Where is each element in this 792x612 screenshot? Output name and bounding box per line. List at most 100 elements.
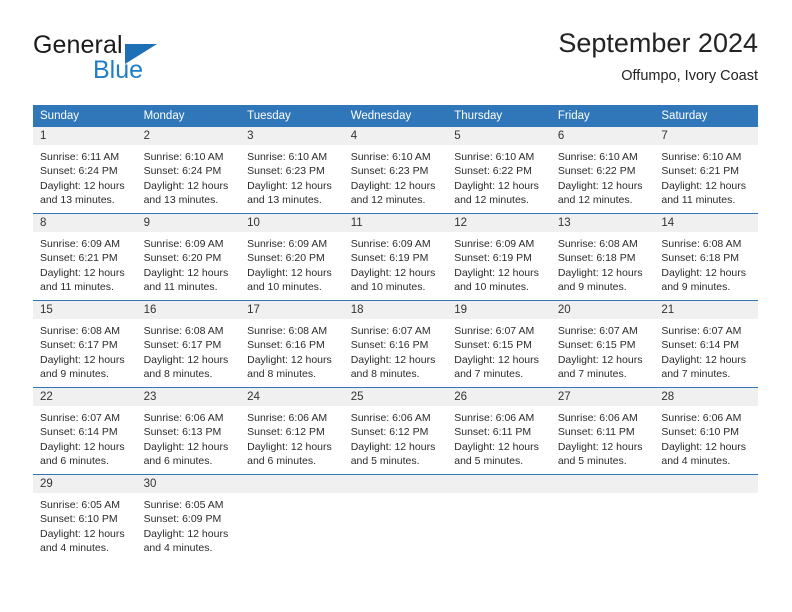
daylight-duration-line2: and 9 minutes. bbox=[557, 280, 627, 293]
page-subtitle: Offumpo, Ivory Coast bbox=[621, 68, 758, 85]
calendar-day-cell[interactable] bbox=[550, 474, 655, 555]
calendar-day-cell[interactable]: 16 Sunrise: 6:08 AM Sunset: 6:17 PM Dayligh… bbox=[136, 300, 241, 381]
daylight-duration-line1: Daylight: 12 hours bbox=[454, 440, 539, 453]
daylight-duration-line2: and 13 minutes. bbox=[247, 193, 322, 206]
title-block: September 2024 Offumpo, Ivory Coast bbox=[558, 28, 758, 84]
calendar-day-cell[interactable] bbox=[447, 474, 551, 555]
calendar-day-cell[interactable]: 30 Sunrise: 6:05 AM Sunset: 6:09 PM Dayligh… bbox=[136, 474, 241, 555]
day-number: 14 bbox=[654, 214, 758, 232]
sunset-time: Sunset: 6:23 PM bbox=[350, 165, 429, 178]
calendar-day-cell[interactable]: 26 Sunrise: 6:06 AM Sunset: 6:11 PM Dayligh… bbox=[447, 387, 551, 468]
day-details: Sunrise: 6:05 AM Sunset: 6:10 PM Daylight:… bbox=[33, 493, 137, 555]
daylight-duration-line2: and 4 minutes. bbox=[661, 454, 731, 467]
calendar-day-cell[interactable]: 28 Sunrise: 6:06 AM Sunset: 6:10 PM Dayligh… bbox=[654, 387, 758, 468]
calendar-day-cell[interactable]: 1 Sunrise: 6:11 AM Sunset: 6:24 PM Daylight… bbox=[33, 127, 137, 207]
day-details: Sunrise: 6:09 AM Sunset: 6:20 PM Daylight:… bbox=[240, 232, 344, 294]
sunset-time: Sunset: 6:24 PM bbox=[143, 165, 222, 178]
calendar-day-cell[interactable]: 4 Sunrise: 6:10 AM Sunset: 6:23 PM Daylight… bbox=[343, 127, 448, 207]
calendar-day-cell[interactable] bbox=[654, 474, 758, 555]
daylight-duration-line2: and 12 minutes. bbox=[350, 193, 426, 206]
calendar-day-cell[interactable]: 11 Sunrise: 6:09 AM Sunset: 6:19 PM Dayligh… bbox=[343, 213, 448, 294]
day-details: Sunrise: 6:07 AM Sunset: 6:15 PM Daylight:… bbox=[550, 319, 655, 381]
calendar-day-cell[interactable]: 8 Sunrise: 6:09 AM Sunset: 6:21 PM Daylight… bbox=[33, 213, 137, 294]
calendar-day-cell[interactable]: 12 Sunrise: 6:09 AM Sunset: 6:19 PM Dayligh… bbox=[447, 213, 551, 294]
calendar-day-cell[interactable]: 29 Sunrise: 6:05 AM Sunset: 6:10 PM Dayligh… bbox=[33, 474, 137, 555]
sunset-time: Sunset: 6:16 PM bbox=[247, 339, 325, 352]
sunrise-time: Sunrise: 6:08 AM bbox=[143, 325, 224, 337]
daylight-duration-line1: Daylight: 12 hours bbox=[350, 266, 436, 279]
sunset-time: Sunset: 6:13 PM bbox=[143, 426, 222, 439]
daylight-duration-line1: Daylight: 12 hours bbox=[143, 353, 229, 366]
day-details: Sunrise: 6:06 AM Sunset: 6:10 PM Daylight:… bbox=[654, 406, 758, 468]
sunset-time: Sunset: 6:17 PM bbox=[40, 339, 118, 352]
day-number: 28 bbox=[654, 388, 758, 406]
day-number: 17 bbox=[240, 301, 344, 319]
calendar-day-cell[interactable]: 13 Sunrise: 6:08 AM Sunset: 6:18 PM Dayligh… bbox=[550, 213, 655, 294]
sunset-time: Sunset: 6:20 PM bbox=[143, 252, 222, 265]
calendar-day-cell[interactable] bbox=[343, 474, 448, 555]
calendar-day-cell[interactable]: 7 Sunrise: 6:10 AM Sunset: 6:21 PM Daylight… bbox=[654, 127, 758, 207]
calendar-day-cell[interactable]: 24 Sunrise: 6:06 AM Sunset: 6:12 PM Dayligh… bbox=[240, 387, 344, 468]
sunrise-time: Sunrise: 6:06 AM bbox=[454, 412, 535, 424]
calendar-day-cell[interactable]: 22 Sunrise: 6:07 AM Sunset: 6:14 PM Dayligh… bbox=[33, 387, 137, 468]
calendar-table: Sunday Monday Tuesday Wednesday Thursday… bbox=[33, 105, 758, 555]
calendar-day-cell[interactable]: 17 Sunrise: 6:08 AM Sunset: 6:16 PM Dayligh… bbox=[240, 300, 344, 381]
calendar-day-cell[interactable]: 10 Sunrise: 6:09 AM Sunset: 6:20 PM Dayligh… bbox=[240, 213, 344, 294]
day-number bbox=[343, 475, 448, 493]
day-details: Sunrise: 6:08 AM Sunset: 6:16 PM Daylight:… bbox=[240, 319, 344, 381]
sunrise-time: Sunrise: 6:09 AM bbox=[350, 238, 431, 250]
day-number: 19 bbox=[447, 301, 551, 319]
calendar-day-cell[interactable]: 21 Sunrise: 6:07 AM Sunset: 6:14 PM Dayligh… bbox=[654, 300, 758, 381]
daylight-duration-line2: and 10 minutes. bbox=[454, 280, 529, 293]
sunset-time: Sunset: 6:11 PM bbox=[557, 426, 635, 439]
calendar-day-cell[interactable]: 14 Sunrise: 6:08 AM Sunset: 6:18 PM Dayligh… bbox=[654, 213, 758, 294]
calendar-day-cell[interactable]: 20 Sunrise: 6:07 AM Sunset: 6:15 PM Dayligh… bbox=[550, 300, 655, 381]
daylight-duration-line2: and 5 minutes. bbox=[454, 454, 524, 467]
calendar-day-cell[interactable]: 25 Sunrise: 6:06 AM Sunset: 6:12 PM Dayligh… bbox=[343, 387, 448, 468]
logo-text-general: General bbox=[33, 31, 123, 59]
calendar-week-row: 1 Sunrise: 6:11 AM Sunset: 6:24 PM Daylight… bbox=[33, 127, 758, 207]
sunset-time: Sunset: 6:15 PM bbox=[454, 339, 532, 352]
calendar-day-cell[interactable]: 5 Sunrise: 6:10 AM Sunset: 6:22 PM Daylight… bbox=[447, 127, 551, 207]
sunset-time: Sunset: 6:11 PM bbox=[454, 426, 532, 439]
day-details: Sunrise: 6:06 AM Sunset: 6:13 PM Daylight:… bbox=[136, 406, 241, 468]
day-details: Sunrise: 6:07 AM Sunset: 6:15 PM Daylight:… bbox=[447, 319, 551, 381]
daylight-duration-line1: Daylight: 12 hours bbox=[454, 179, 539, 192]
sunset-time: Sunset: 6:14 PM bbox=[661, 339, 740, 352]
daylight-duration-line1: Daylight: 12 hours bbox=[143, 179, 229, 192]
weekday-header-saturday: Saturday bbox=[654, 105, 758, 127]
calendar-day-cell[interactable] bbox=[240, 474, 344, 555]
sunset-time: Sunset: 6:15 PM bbox=[557, 339, 636, 352]
day-details: Sunrise: 6:09 AM Sunset: 6:21 PM Daylight:… bbox=[33, 232, 137, 294]
daylight-duration-line2: and 12 minutes. bbox=[454, 193, 529, 206]
sunrise-time: Sunrise: 6:08 AM bbox=[247, 325, 328, 337]
weekday-header-row: Sunday Monday Tuesday Wednesday Thursday… bbox=[33, 105, 758, 127]
daylight-duration-line1: Daylight: 12 hours bbox=[350, 440, 436, 453]
sunset-time: Sunset: 6:20 PM bbox=[247, 252, 325, 265]
calendar-day-cell[interactable]: 3 Sunrise: 6:10 AM Sunset: 6:23 PM Daylight… bbox=[240, 127, 344, 207]
sunset-time: Sunset: 6:23 PM bbox=[247, 165, 325, 178]
day-details: Sunrise: 6:06 AM Sunset: 6:11 PM Daylight:… bbox=[550, 406, 655, 468]
calendar-day-cell[interactable]: 23 Sunrise: 6:06 AM Sunset: 6:13 PM Dayligh… bbox=[136, 387, 241, 468]
daylight-duration-line1: Daylight: 12 hours bbox=[40, 179, 125, 192]
calendar-day-cell[interactable]: 2 Sunrise: 6:10 AM Sunset: 6:24 PM Daylight… bbox=[136, 127, 241, 207]
daylight-duration-line1: Daylight: 12 hours bbox=[40, 266, 125, 279]
daylight-duration-line2: and 6 minutes. bbox=[143, 454, 213, 467]
daylight-duration-line2: and 12 minutes. bbox=[557, 193, 633, 206]
calendar-day-cell[interactable]: 6 Sunrise: 6:10 AM Sunset: 6:22 PM Daylight… bbox=[550, 127, 655, 207]
sunrise-time: Sunrise: 6:05 AM bbox=[143, 499, 224, 511]
day-number: 24 bbox=[240, 388, 344, 406]
calendar-day-cell[interactable]: 15 Sunrise: 6:08 AM Sunset: 6:17 PM Dayligh… bbox=[33, 300, 137, 381]
day-number: 9 bbox=[136, 214, 241, 232]
calendar-day-cell[interactable]: 18 Sunrise: 6:07 AM Sunset: 6:16 PM Dayligh… bbox=[343, 300, 448, 381]
day-number: 20 bbox=[550, 301, 655, 319]
sunset-time: Sunset: 6:10 PM bbox=[661, 426, 740, 439]
calendar-day-cell[interactable]: 27 Sunrise: 6:06 AM Sunset: 6:11 PM Dayligh… bbox=[550, 387, 655, 468]
day-details: Sunrise: 6:06 AM Sunset: 6:11 PM Daylight:… bbox=[447, 406, 551, 468]
sunrise-time: Sunrise: 6:10 AM bbox=[247, 151, 328, 163]
calendar-day-cell[interactable]: 9 Sunrise: 6:09 AM Sunset: 6:20 PM Daylight… bbox=[136, 213, 241, 294]
calendar-day-cell[interactable]: 19 Sunrise: 6:07 AM Sunset: 6:15 PM Dayligh… bbox=[447, 300, 551, 381]
day-details bbox=[654, 493, 758, 555]
day-details: Sunrise: 6:10 AM Sunset: 6:22 PM Daylight:… bbox=[447, 145, 551, 207]
general-blue-logo[interactable]: General Blue bbox=[33, 33, 253, 91]
